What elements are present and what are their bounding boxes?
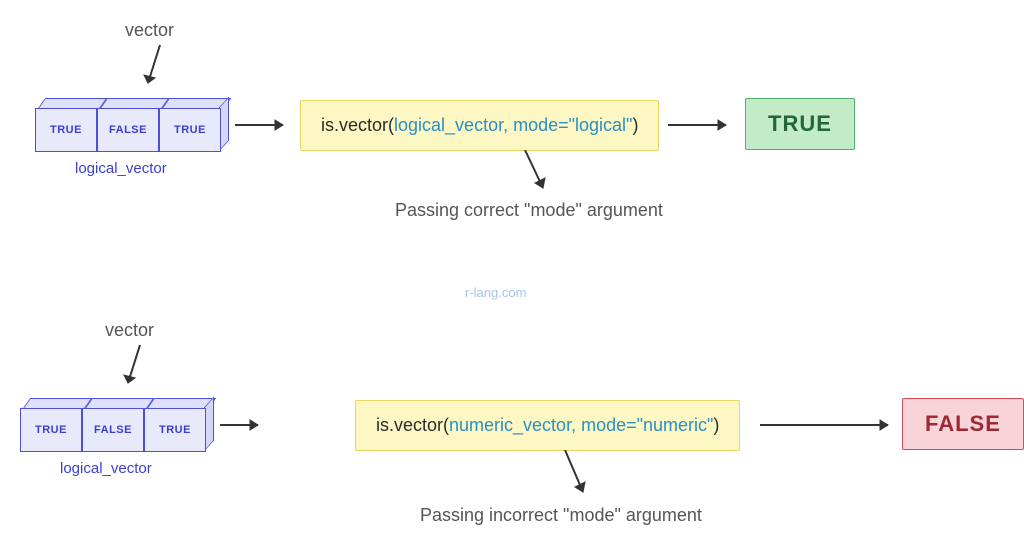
arrow-vector-to-code-top [235, 115, 295, 135]
arrow-code-to-result-top [668, 115, 738, 135]
code-box-bottom: is.vector(numeric_vector, mode="numeric"… [355, 400, 740, 451]
arrow-annotation-bottom [555, 450, 605, 505]
vector-cell: TRUE [159, 100, 221, 150]
watermark: r-lang.com [465, 285, 526, 300]
diagram-top-section: vector TRUE FALSE TRUE logical_vector [0, 20, 1024, 240]
arrow-annotation-top [515, 150, 565, 200]
arrow-vector-to-code-bottom [220, 415, 350, 435]
result-true-box: TRUE [745, 98, 855, 150]
vector-3d-bottom: TRUE FALSE TRUE [20, 400, 206, 450]
vector-cell: TRUE [35, 100, 97, 150]
vector-label-top: vector [125, 20, 174, 41]
vector-cell: TRUE [144, 400, 206, 450]
annotation-bottom: Passing incorrect "mode" argument [420, 505, 702, 526]
code-box-top: is.vector(logical_vector, mode="logical"… [300, 100, 659, 151]
vector-name-top: logical_vector [75, 160, 167, 177]
diagram-bottom-section: vector TRUE FALSE TRUE logical_vector [0, 320, 1024, 540]
vector-name-bottom: logical_vector [60, 460, 152, 477]
arrow-vector-label-top [140, 45, 180, 95]
vector-cell: FALSE [97, 100, 159, 150]
result-false-box: FALSE [902, 398, 1024, 450]
vector-cell: FALSE [82, 400, 144, 450]
vector-3d-top: TRUE FALSE TRUE [35, 100, 221, 150]
vector-cell: TRUE [20, 400, 82, 450]
arrow-vector-label-bottom [120, 345, 160, 395]
arrow-code-to-result-bottom [760, 415, 900, 435]
annotation-top: Passing correct "mode" argument [395, 200, 663, 221]
vector-label-bottom: vector [105, 320, 154, 341]
